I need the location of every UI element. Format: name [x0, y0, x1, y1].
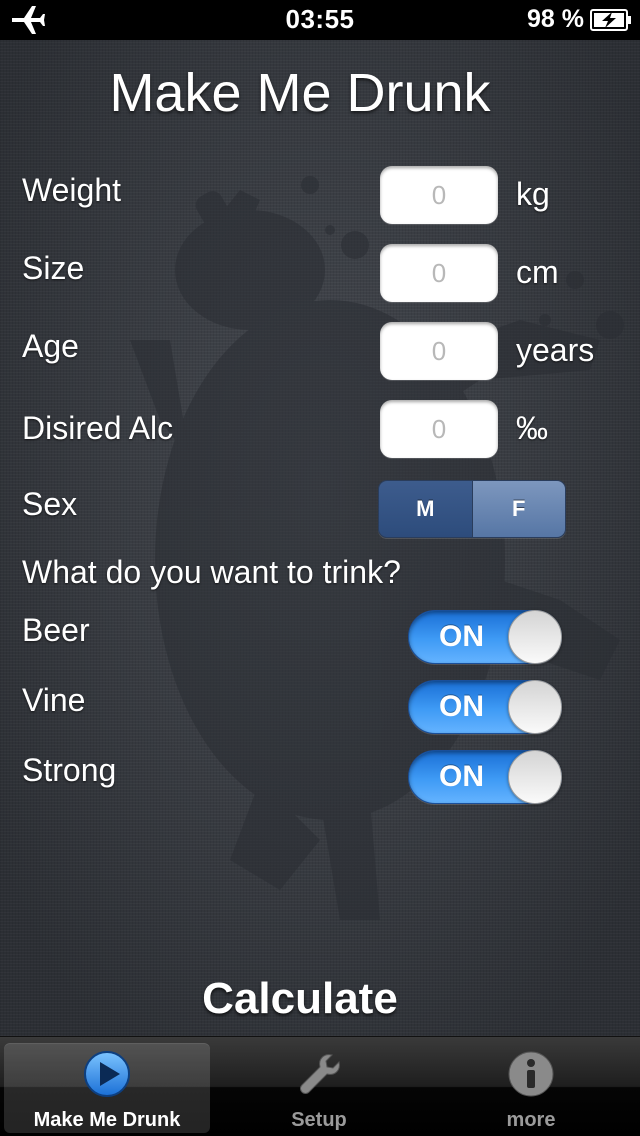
tab-make-me-drunk[interactable]: Make Me Drunk	[4, 1043, 210, 1133]
weight-label: Weight	[22, 172, 122, 208]
page-title: Make Me Drunk	[109, 63, 491, 123]
desired-alc-input[interactable]	[380, 400, 498, 458]
tab-label: Make Me Drunk	[33, 1109, 181, 1131]
sex-label: Sex	[22, 486, 78, 522]
toggle-knob	[508, 680, 562, 734]
sex-option-male[interactable]: M	[379, 481, 473, 537]
drinks-heading: What do you want to trink?	[22, 554, 401, 590]
battery-percent: 98 %	[527, 5, 584, 33]
tab-more[interactable]: more	[428, 1043, 634, 1133]
age-input[interactable]	[380, 322, 498, 380]
size-input[interactable]	[380, 244, 498, 302]
wrench-icon	[300, 1054, 340, 1094]
weight-unit: kg	[516, 176, 550, 212]
vine-toggle[interactable]: ON	[408, 680, 562, 734]
desired-alc-label: Disired Alc	[22, 410, 174, 446]
strong-label: Strong	[22, 752, 117, 788]
main-view: Make Me Drunk Weight kg Size cm Age year…	[0, 40, 640, 1036]
toggle-knob	[508, 610, 562, 664]
strong-toggle[interactable]: ON	[408, 750, 562, 804]
strong-toggle-state: ON	[439, 760, 484, 793]
desired-alc-unit: ‰	[516, 410, 548, 446]
toggle-knob	[508, 750, 562, 804]
size-unit: cm	[516, 254, 559, 290]
tab-bar: Make Me Drunk Setup more	[0, 1036, 640, 1136]
sex-segmented-control: M F	[378, 480, 566, 538]
tab-label: more	[506, 1109, 556, 1131]
beer-toggle[interactable]: ON	[408, 610, 562, 664]
age-label: Age	[22, 328, 79, 364]
weight-input[interactable]	[380, 166, 498, 224]
beer-toggle-state: ON	[439, 620, 484, 653]
beer-label: Beer	[22, 612, 90, 648]
tab-label: Setup	[291, 1109, 347, 1131]
vine-toggle-state: ON	[439, 690, 484, 723]
status-bar: 03:55 98 %	[0, 0, 640, 40]
info-icon	[508, 1051, 554, 1097]
size-label: Size	[22, 250, 85, 286]
tab-setup[interactable]: Setup	[216, 1043, 422, 1133]
vine-label: Vine	[22, 682, 86, 718]
play-icon	[84, 1051, 130, 1097]
calculate-button[interactable]: Calculate	[0, 974, 600, 1024]
battery-charging-icon	[590, 9, 631, 31]
sex-option-female[interactable]: F	[472, 481, 565, 537]
age-unit: years	[516, 332, 595, 368]
